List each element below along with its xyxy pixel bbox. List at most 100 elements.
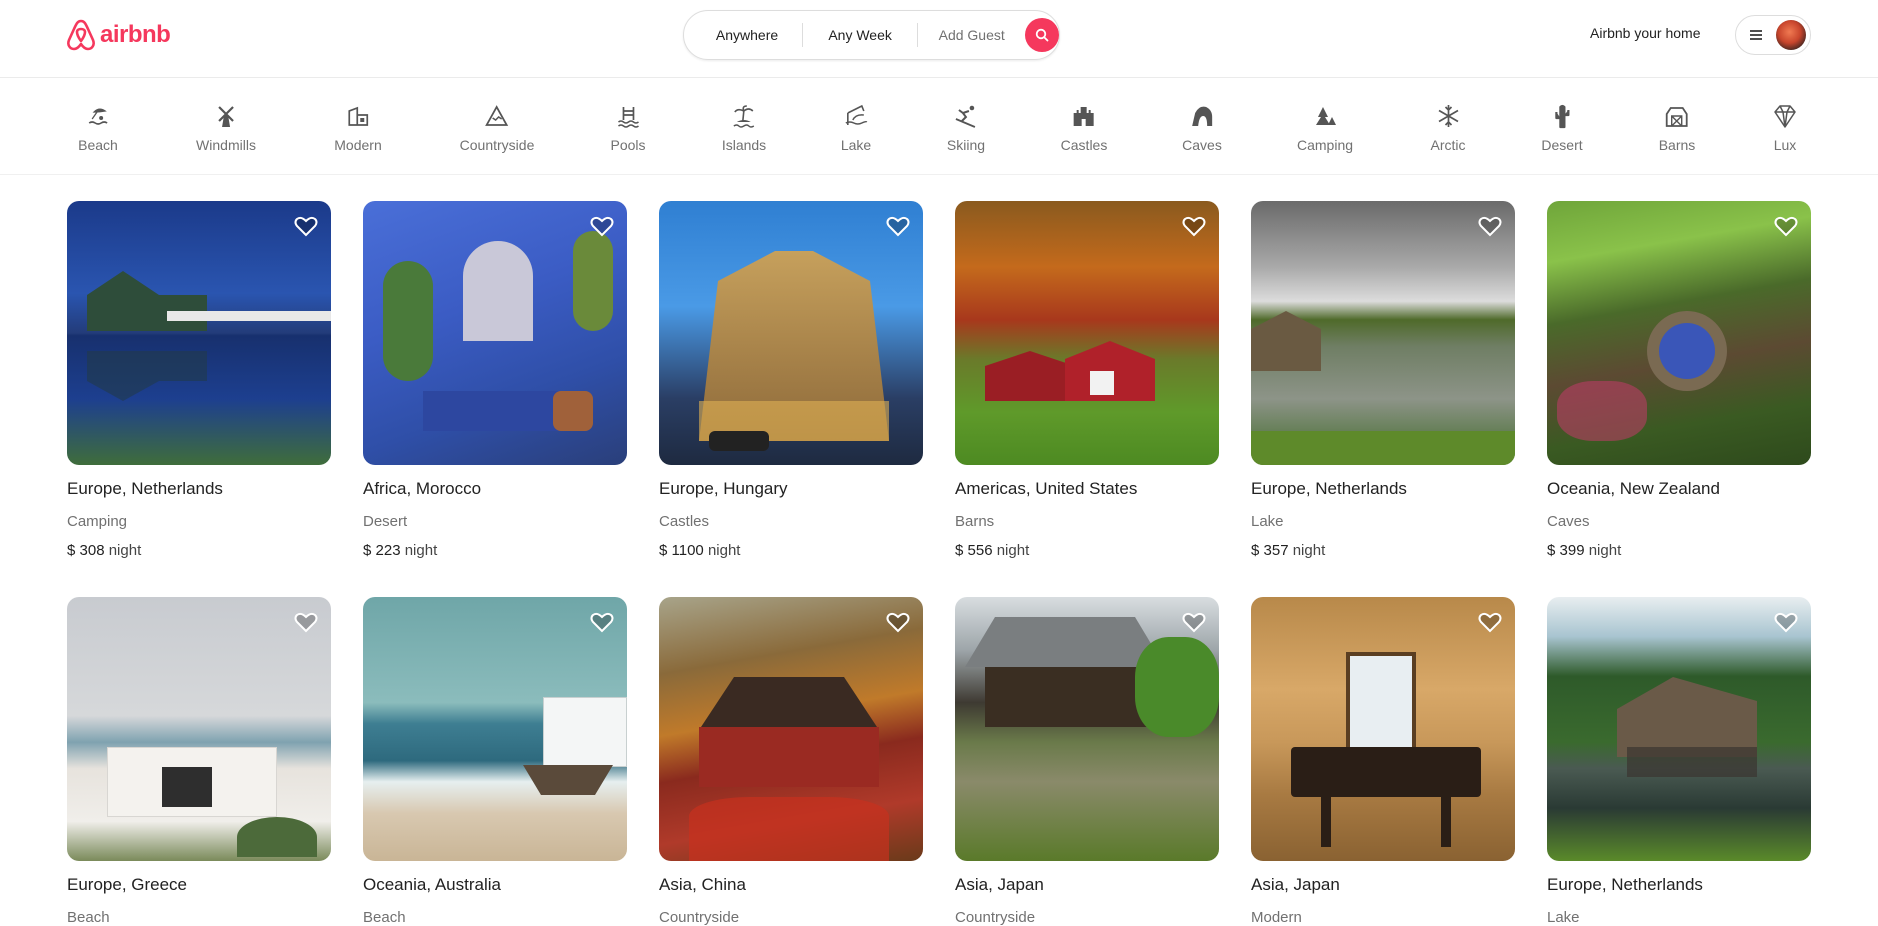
castle-icon [1074, 107, 1094, 126]
listing-category: Caves [1547, 513, 1590, 530]
search-icon [1035, 28, 1049, 42]
listing-photo[interactable] [1251, 597, 1515, 861]
listing-category: Beach [67, 909, 110, 926]
listing-card[interactable]: Oceania, Australia Beach [363, 597, 627, 926]
host-link[interactable]: Airbnb your home [1590, 25, 1701, 41]
listing-photo[interactable] [363, 201, 627, 465]
category-arctic[interactable]: Arctic [1431, 103, 1466, 153]
heart-icon[interactable] [1181, 609, 1207, 635]
listing-photo[interactable] [1547, 597, 1811, 861]
category-barns[interactable]: Barns [1659, 103, 1695, 153]
modern-house-icon [348, 106, 368, 126]
category-skiing[interactable]: Skiing [947, 103, 985, 153]
category-caves[interactable]: Caves [1182, 103, 1222, 153]
listing-category: Lake [1251, 513, 1284, 530]
beach-icon [88, 108, 108, 125]
heart-icon[interactable] [1477, 609, 1503, 635]
listing-photo[interactable] [67, 597, 331, 861]
listing-location: Europe, Hungary [659, 479, 788, 498]
listing-card[interactable]: Asia, Japan Modern [1251, 597, 1515, 926]
skiing-icon [955, 105, 976, 128]
listing-category: Countryside [955, 909, 1036, 926]
listing-card[interactable]: Asia, Japan Countryside [955, 597, 1219, 926]
listing-price: $ 308 night [67, 542, 142, 559]
listing-price: $ 223 night [363, 542, 438, 559]
category-islands[interactable]: Islands [722, 103, 766, 153]
listing-price: $ 399 night [1547, 542, 1622, 559]
listing-photo[interactable] [659, 597, 923, 861]
listing-photo[interactable] [67, 201, 331, 465]
listing-category: Camping [67, 513, 128, 530]
heart-icon[interactable] [885, 609, 911, 635]
listing-card[interactable]: Asia, China Countryside [659, 597, 923, 926]
listing-photo[interactable] [659, 201, 923, 465]
listing-photo[interactable] [1547, 201, 1811, 465]
listing-category: Barns [955, 513, 995, 530]
mountain-icon [485, 105, 509, 126]
listing-card[interactable]: Europe, Greece Beach [67, 597, 331, 926]
listing-category: Modern [1251, 909, 1302, 926]
heart-icon[interactable] [885, 213, 911, 239]
listing-location: Europe, Netherlands [1251, 479, 1407, 498]
heart-icon[interactable] [1773, 609, 1799, 635]
listing-location: Europe, Netherlands [67, 479, 223, 498]
search-bar[interactable]: Anywhere Any Week Add Guest [683, 10, 1060, 60]
category-camping[interactable]: Camping [1297, 103, 1353, 153]
listing-photo[interactable] [955, 201, 1219, 465]
listing-price: $ 556 night [955, 542, 1030, 559]
category-beach[interactable]: Beach [78, 103, 118, 153]
listing-card[interactable]: Europe, Netherlands Lake $ 357 night [1251, 201, 1515, 559]
category-bar: Beach Windmills Modern Countryside Pools… [0, 79, 1878, 175]
listing-card[interactable]: Europe, Netherlands Lake [1547, 597, 1811, 926]
camping-icon [1316, 107, 1336, 125]
heart-icon[interactable] [293, 213, 319, 239]
listing-card[interactable]: Oceania, New Zealand Caves $ 399 night [1547, 201, 1811, 559]
airbnb-logo-icon [67, 19, 95, 51]
category-pools[interactable]: Pools [610, 103, 646, 153]
pool-icon [617, 107, 639, 128]
heart-icon[interactable] [589, 213, 615, 239]
listing-location: Africa, Morocco [363, 479, 482, 498]
airbnb-logo[interactable]: airbnb [66, 18, 171, 52]
category-modern[interactable]: Modern [334, 103, 382, 153]
search-guests[interactable]: Add Guest [918, 10, 1025, 60]
category-desert[interactable]: Desert [1541, 103, 1583, 153]
snowflake-icon [1438, 105, 1458, 127]
heart-icon[interactable] [1181, 213, 1207, 239]
listing-category: Castles [659, 513, 710, 530]
listing-photo[interactable] [363, 597, 627, 861]
category-castles[interactable]: Castles [1061, 103, 1107, 153]
category-lake[interactable]: Lake [841, 103, 871, 153]
heart-icon[interactable] [1477, 213, 1503, 239]
search-where[interactable]: Anywhere [692, 10, 802, 60]
lake-icon [845, 104, 868, 125]
category-lux[interactable]: Lux [1772, 103, 1798, 153]
avatar [1776, 20, 1806, 50]
user-menu-button[interactable] [1735, 15, 1811, 55]
listing-photo[interactable] [955, 597, 1219, 861]
listing-location: Oceania, New Zealand [1547, 479, 1720, 498]
listing-card[interactable]: Europe, Netherlands Camping $ 308 night [67, 201, 331, 559]
listing-card[interactable]: Americas, United States Barns $ 556 nigh… [955, 201, 1219, 559]
hamburger-icon [1750, 30, 1762, 40]
listing-price: $ 1100 night [659, 542, 741, 559]
listing-location: Asia, Japan [1251, 875, 1340, 894]
cactus-icon [1554, 104, 1570, 129]
heart-icon[interactable] [293, 609, 319, 635]
heart-icon[interactable] [1773, 213, 1799, 239]
listing-photo[interactable] [1251, 201, 1515, 465]
top-navbar: airbnb Anywhere Any Week Add Guest Airbn… [0, 0, 1878, 78]
category-countryside[interactable]: Countryside [460, 103, 534, 153]
search-button[interactable] [1025, 18, 1059, 52]
listing-location: Oceania, Australia [363, 875, 501, 894]
listing-card[interactable]: Africa, Morocco Desert $ 223 night [363, 201, 627, 559]
listing-card[interactable]: Europe, Hungary Castles $ 1100 night [659, 201, 923, 559]
listing-category: Beach [363, 909, 406, 926]
category-windmills[interactable]: Windmills [196, 103, 256, 153]
listing-category: Lake [1547, 909, 1580, 926]
heart-icon[interactable] [589, 609, 615, 635]
cave-icon [1192, 106, 1212, 126]
search-when[interactable]: Any Week [803, 10, 917, 60]
brand-name: airbnb [100, 21, 171, 48]
windmill-icon [218, 106, 234, 127]
